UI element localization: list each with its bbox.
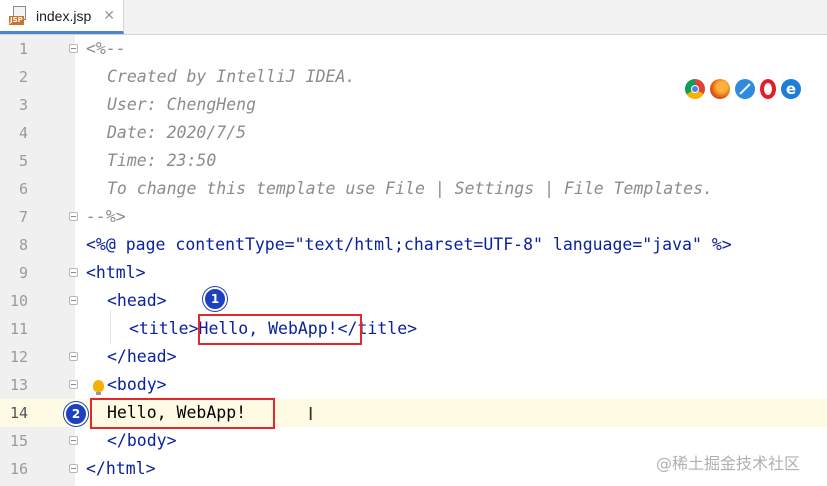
safari-icon[interactable]	[735, 79, 755, 99]
callout-badge-1: 1	[203, 287, 227, 311]
code-line[interactable]: 10 <head>	[0, 287, 827, 315]
fold-marker-icon[interactable]	[69, 212, 78, 221]
close-icon[interactable]: ✕	[103, 8, 115, 24]
tab-index-jsp[interactable]: JSP index.jsp ✕	[0, 0, 124, 34]
tab-label: index.jsp	[36, 7, 92, 24]
highlight-box-body	[90, 398, 275, 429]
code-line[interactable]: 8 <%@ page contentType="text/html;charse…	[0, 231, 827, 259]
line-number: 9	[18, 264, 28, 282]
line-number: 13	[9, 376, 28, 394]
code-text: Date: 2020/7/5	[107, 123, 247, 142]
ie-icon[interactable]: e	[781, 79, 801, 99]
code-text: </head>	[107, 347, 177, 366]
code-text: <html>	[86, 263, 146, 282]
line-number: 4	[18, 124, 28, 142]
firefox-icon[interactable]	[710, 79, 730, 99]
lightbulb-icon[interactable]	[93, 380, 104, 395]
line-number: 14	[9, 404, 28, 422]
text-cursor-icon: I	[308, 404, 314, 425]
line-number: 15	[9, 432, 28, 450]
fold-marker-icon[interactable]	[69, 380, 78, 389]
callout-badge-2: 2	[64, 402, 88, 426]
code-line[interactable]: 5 Time: 23:50	[0, 147, 827, 175]
indent-guide	[110, 310, 111, 344]
fold-marker-icon[interactable]	[69, 464, 78, 473]
code-text: </html>	[86, 459, 156, 478]
code-text: <body>	[107, 375, 167, 394]
code-line[interactable]: 6 To change this template use File | Set…	[0, 175, 827, 203]
line-number: 11	[9, 320, 28, 338]
opera-icon[interactable]	[760, 79, 776, 99]
highlight-box-title	[198, 314, 362, 345]
code-line[interactable]: 7 --%>	[0, 203, 827, 231]
code-text: User: ChengHeng	[107, 95, 257, 114]
line-number: 10	[9, 292, 28, 310]
fold-marker-icon[interactable]	[69, 296, 78, 305]
fold-marker-icon[interactable]	[69, 352, 78, 361]
code-line[interactable]: 11 <title>Hello, WebApp!</title>	[0, 315, 827, 343]
line-number: 8	[18, 236, 28, 254]
line-number: 6	[18, 180, 28, 198]
fold-marker-icon[interactable]	[69, 268, 78, 277]
fold-marker-icon[interactable]	[69, 436, 78, 445]
code-text: To change this template use File | Setti…	[107, 179, 713, 198]
browser-preview-toolbar: e	[685, 74, 825, 104]
line-number: 16	[9, 460, 28, 478]
code-text: <head>	[107, 291, 167, 310]
code-line[interactable]: 12 </head>	[0, 343, 827, 371]
line-number: 3	[18, 96, 28, 114]
editor-tab-bar: JSP index.jsp ✕	[0, 0, 827, 35]
jsp-file-icon: JSP	[9, 5, 29, 27]
watermark: @稀土掘金技术社区	[656, 454, 801, 473]
chrome-icon[interactable]	[685, 79, 705, 99]
code-line[interactable]: 9 <html>	[0, 259, 827, 287]
code-text: <%--	[86, 39, 126, 58]
line-number: 7	[18, 208, 28, 226]
fold-marker-icon[interactable]	[69, 44, 78, 53]
code-text: </body>	[107, 431, 177, 450]
line-number: 5	[18, 152, 28, 170]
line-number: 1	[18, 40, 28, 58]
code-text: Created by IntelliJ IDEA.	[107, 67, 356, 86]
code-line[interactable]: 1 <%--	[0, 35, 827, 63]
code-line[interactable]: 13 <body>	[0, 371, 827, 399]
code-text: Time: 23:50	[107, 151, 217, 170]
code-line[interactable]: 4 Date: 2020/7/5	[0, 119, 827, 147]
code-text: <%@ page contentType="text/html;charset=…	[86, 235, 732, 254]
code-text: --%>	[86, 207, 126, 226]
line-number: 2	[18, 68, 28, 86]
line-number: 12	[9, 348, 28, 366]
